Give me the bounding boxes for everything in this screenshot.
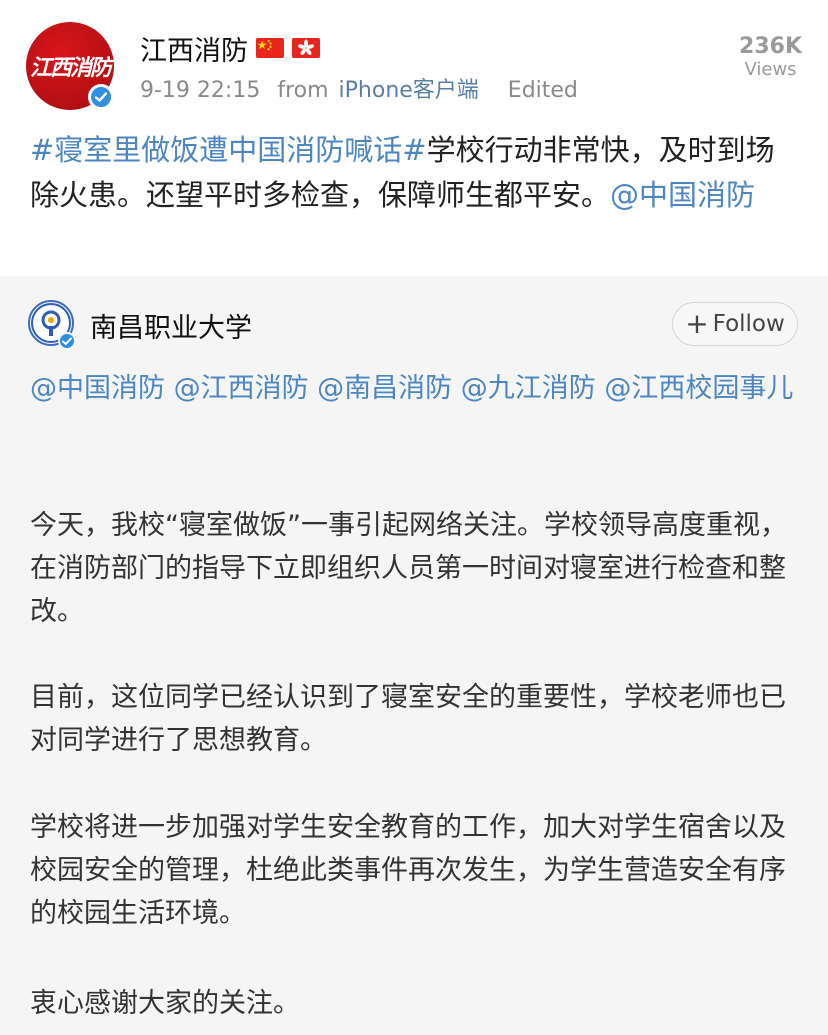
views-count: 236K <box>739 34 802 59</box>
post-meta: 9-19 22:15 from iPhone客户端 Edited <box>140 72 588 104</box>
avatar-logo-text: 江西消防 <box>30 56 112 81</box>
edited-label[interactable]: Edited <box>508 78 578 103</box>
views-counter: 236K Views <box>739 34 802 80</box>
author-row: 江西消防 <box>140 29 320 68</box>
china-flag-icon <box>256 38 284 58</box>
source-app-link[interactable]: iPhone客户端 <box>339 78 479 103</box>
verified-badge-icon <box>88 84 114 110</box>
follow-button[interactable]: + Follow <box>672 302 798 346</box>
post-text: #寝室里做饭遭中国消防喊话#学校行动非常快，及时到场除火患。还望平时多检查，保障… <box>30 128 800 218</box>
source-prefix: from <box>277 78 329 103</box>
views-label: Views <box>744 59 797 80</box>
repost-paragraph: 衷心感谢大家的关注。 <box>30 988 300 1019</box>
mention-link[interactable]: @中国消防 <box>610 178 755 212</box>
repost-paragraph: 学校将进一步加强对学生安全教育的工作，加大对学生宿舍以及校园安全的管理，杜绝此类… <box>30 812 786 929</box>
reposted-post[interactable]: 南昌职业大学 + Follow @中国消防 @江西消防 @南昌消防 @九江消防 … <box>0 276 828 1035</box>
repost-verified-badge-icon <box>58 332 76 350</box>
plus-icon: + <box>685 307 709 340</box>
repost-paragraph: 今天，我校“寝室做饭”一事引起网络关注。学校领导高度重视，在消防部门的指导下立即… <box>30 510 787 627</box>
post-timestamp: 9-19 22:15 <box>140 78 261 103</box>
hong-kong-flag-icon <box>292 38 320 58</box>
repost-paragraph: 目前，这位同学已经认识到了寝室安全的重要性，学校老师也已对同学进行了思想教育。 <box>30 682 786 756</box>
author-name[interactable]: 江西消防 <box>140 29 248 68</box>
hashtag-link[interactable]: #寝室里做饭遭中国消防喊话# <box>30 133 427 167</box>
follow-label: Follow <box>712 311 785 337</box>
original-post: 江西消防 江西消防 9-19 22:15 from iPhone客户端 Edit… <box>0 0 828 276</box>
repost-author-name[interactable]: 南昌职业大学 <box>90 306 252 345</box>
repost-mentions[interactable]: @中国消防 @江西消防 @南昌消防 @九江消防 @江西校园事儿 <box>30 366 800 411</box>
